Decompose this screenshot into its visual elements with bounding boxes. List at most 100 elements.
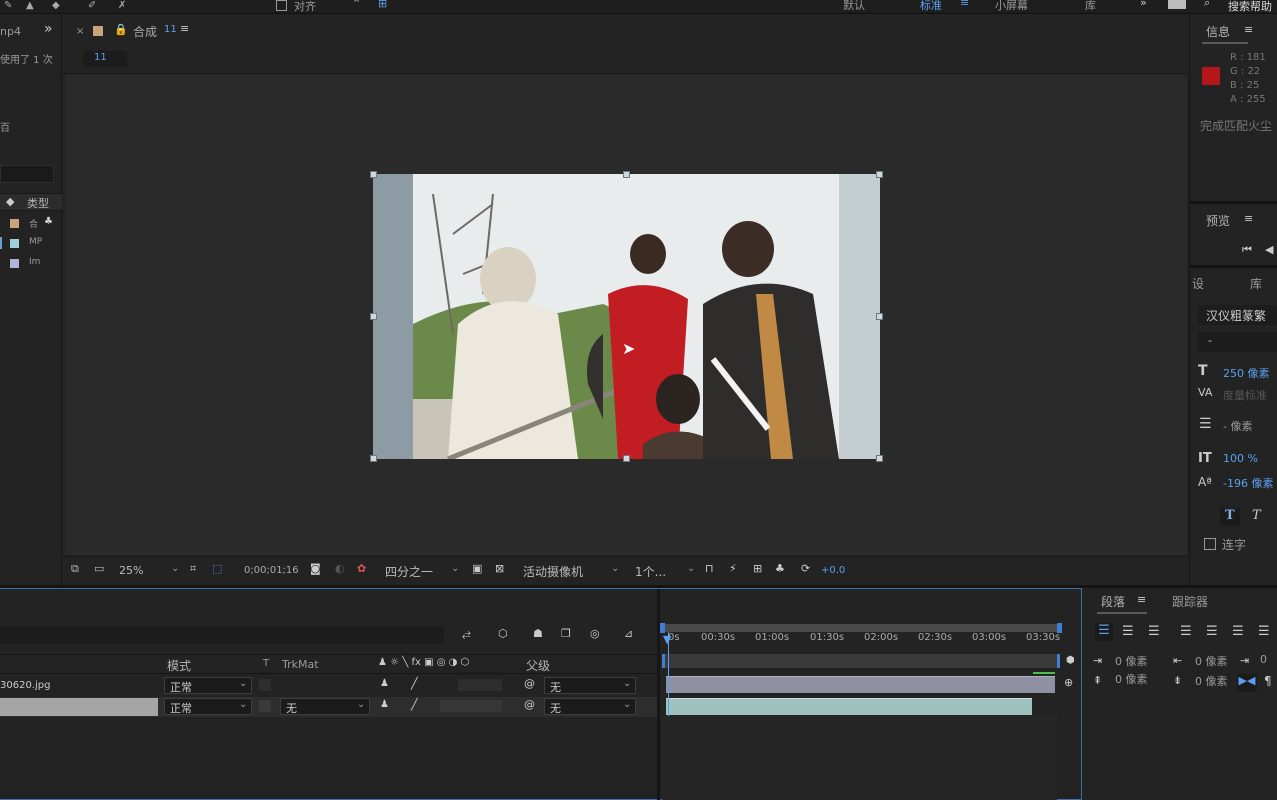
composition-name[interactable]: 11 bbox=[164, 24, 177, 35]
workspace-small-screen[interactable]: 小屏幕 bbox=[995, 0, 1028, 13]
char-tab-library[interactable]: 库 bbox=[1250, 275, 1262, 292]
justify-left-icon[interactable]: ☰ bbox=[1180, 624, 1192, 639]
layer-name[interactable]: 30620.jpg bbox=[0, 680, 50, 691]
show-snapshot-icon[interactable]: ◐ bbox=[335, 562, 345, 575]
transform-handle[interactable] bbox=[876, 455, 883, 462]
region-of-interest-icon[interactable]: ▣ bbox=[472, 562, 482, 575]
paragraph-tab[interactable]: 段落 bbox=[1101, 593, 1125, 610]
more-workspaces-icon[interactable]: » bbox=[1140, 0, 1147, 9]
tracker-tab[interactable]: 跟踪器 bbox=[1172, 593, 1208, 610]
panel-menu-icon[interactable]: ≡ bbox=[1244, 212, 1253, 225]
layer-duration-bar[interactable] bbox=[666, 698, 1032, 715]
fast-previews-icon[interactable]: ⚡ bbox=[729, 562, 737, 575]
workspace-library[interactable]: 库 bbox=[1085, 0, 1096, 13]
shy-switch-icon[interactable]: ♟ bbox=[380, 699, 389, 710]
eraser-tool-icon[interactable]: ◆ bbox=[52, 0, 60, 11]
transform-handle[interactable] bbox=[623, 171, 630, 178]
parent-dropdown[interactable]: 无 ⌄ bbox=[544, 677, 636, 694]
rtl-direction-icon[interactable]: ¶ bbox=[1264, 674, 1272, 688]
current-timecode[interactable]: 0;00;01;16 bbox=[244, 565, 299, 576]
switch-boxes[interactable] bbox=[440, 700, 502, 712]
stamp-tool-icon[interactable]: ▲ bbox=[26, 0, 34, 11]
flowchart-icon[interactable]: ♣ bbox=[775, 562, 785, 575]
close-tab-icon[interactable]: × bbox=[76, 26, 84, 37]
align-right-icon[interactable]: ☰ bbox=[1148, 624, 1160, 639]
zoom-dropdown[interactable]: 25% ⌄ bbox=[115, 563, 183, 579]
playhead-icon[interactable]: ▼ bbox=[663, 633, 671, 646]
image-layer-frame[interactable] bbox=[373, 174, 880, 459]
transform-handle[interactable] bbox=[370, 455, 377, 462]
timeline-nav-bar[interactable] bbox=[662, 654, 1060, 668]
color-channels-icon[interactable]: ✿ bbox=[357, 562, 366, 575]
work-area-bar[interactable] bbox=[660, 623, 1062, 633]
info-panel-title[interactable]: 信息 bbox=[1206, 23, 1230, 40]
transform-handle[interactable] bbox=[370, 171, 377, 178]
font-size-value[interactable]: 250 像素 bbox=[1223, 365, 1270, 381]
pick-whip-icon[interactable]: @ bbox=[524, 698, 535, 711]
indent-right-value[interactable]: 0 像素 bbox=[1195, 653, 1228, 669]
toggle-pixel-aspect-icon[interactable]: ⊓ bbox=[705, 562, 714, 575]
snapshot-icon[interactable]: ◙ bbox=[310, 562, 321, 575]
shy-layers-icon[interactable]: ☗ bbox=[533, 627, 543, 640]
char-tab-settings[interactable]: 设 bbox=[1192, 275, 1204, 292]
first-frame-icon[interactable]: ⏮ bbox=[1242, 243, 1252, 257]
timeline-icon[interactable]: ⊞ bbox=[753, 562, 762, 575]
layer-duration-bar[interactable] bbox=[666, 676, 1055, 693]
search-help-icon[interactable]: ⌕ bbox=[1204, 0, 1210, 10]
layer-row[interactable]: 正常 ⌄ 无 ⌄ ♟ ╱ @ 无 ⌄ bbox=[0, 697, 660, 717]
type-column-header[interactable]: 类型 bbox=[27, 195, 49, 211]
panel-menu-icon[interactable]: ≡ bbox=[1137, 593, 1146, 606]
comp-marker-icon[interactable]: ⬢ bbox=[1066, 655, 1075, 666]
transform-handle[interactable] bbox=[623, 455, 630, 462]
font-style-dropdown[interactable]: - bbox=[1198, 332, 1277, 352]
project-item-row[interactable]: Im bbox=[0, 255, 62, 273]
resolution-dropdown[interactable]: 四分之一 ⌄ bbox=[381, 563, 463, 579]
blend-mode-dropdown[interactable]: 正常 ⌄ bbox=[164, 698, 252, 715]
parent-dropdown[interactable]: 无 ⌄ bbox=[544, 698, 636, 715]
views-dropdown[interactable]: 1个... ⌄ bbox=[631, 563, 699, 579]
brush-tool-icon[interactable]: ✐ bbox=[88, 0, 96, 11]
kerning-value[interactable]: 度量标准 bbox=[1223, 387, 1267, 403]
snap-options-icon[interactable]: ⊞ bbox=[378, 0, 387, 10]
project-search-field[interactable] bbox=[0, 165, 54, 183]
workspace-menu-icon[interactable]: ≡ bbox=[960, 0, 969, 9]
vertical-scale-value[interactable]: 100 % bbox=[1223, 452, 1258, 465]
align-checkbox[interactable] bbox=[276, 0, 287, 11]
search-help-input[interactable]: 搜索帮助 bbox=[1228, 0, 1272, 14]
space-before-value[interactable]: 0 像素 bbox=[1115, 671, 1148, 687]
ltr-direction-button[interactable]: ▶◀ bbox=[1237, 674, 1257, 692]
project-item-row[interactable]: 合 ♣ bbox=[0, 215, 62, 233]
transform-handle[interactable] bbox=[876, 171, 883, 178]
motion-blur-icon[interactable]: ◎ bbox=[590, 627, 600, 640]
workspace-standard[interactable]: 标准 bbox=[920, 0, 942, 13]
preserve-transparency-box[interactable] bbox=[259, 679, 271, 691]
baseline-shift-value[interactable]: -196 像素 bbox=[1223, 475, 1273, 491]
indent-first-value[interactable]: 0 bbox=[1260, 653, 1267, 666]
layer-name-field[interactable] bbox=[0, 698, 158, 716]
t-column-header[interactable]: T bbox=[263, 658, 269, 669]
expand-panel-icon[interactable]: » bbox=[44, 21, 53, 37]
always-preview-icon[interactable]: ⧉ bbox=[71, 562, 79, 576]
frame-blending-icon[interactable]: ❐ bbox=[561, 627, 571, 640]
mode-column-header[interactable]: 模式 bbox=[167, 657, 191, 674]
justify-center-icon[interactable]: ☰ bbox=[1206, 624, 1218, 639]
layer-row[interactable]: 30620.jpg 正常 ⌄ ♟ ╱ @ 无 ⌄ bbox=[0, 676, 660, 696]
transform-handle[interactable] bbox=[876, 313, 883, 320]
exposure-value[interactable]: +0.0 bbox=[821, 565, 845, 576]
draft-3d-icon[interactable]: ⬡ bbox=[498, 627, 508, 640]
trkmat-column-header[interactable]: TrkMat bbox=[282, 658, 319, 671]
panel-menu-icon[interactable]: ≡ bbox=[1244, 23, 1253, 36]
previous-frame-icon[interactable]: ◀ bbox=[1265, 243, 1273, 256]
safe-zones-icon[interactable]: ⌗ bbox=[190, 562, 196, 576]
switch-boxes[interactable] bbox=[458, 679, 502, 691]
transparency-grid-icon[interactable]: ⊠ bbox=[495, 562, 504, 575]
quality-switch-icon[interactable]: ╱ bbox=[411, 677, 418, 690]
blend-mode-dropdown[interactable]: 正常 ⌄ bbox=[164, 677, 252, 694]
pick-whip-icon[interactable]: @ bbox=[524, 677, 535, 690]
justify-all-icon[interactable]: ☰ bbox=[1258, 624, 1270, 639]
justify-right-icon[interactable]: ☰ bbox=[1232, 624, 1244, 639]
indent-left-value[interactable]: 0 像素 bbox=[1115, 653, 1148, 669]
sync-settings-icon[interactable] bbox=[1168, 0, 1186, 9]
composition-breadcrumb[interactable]: 11 bbox=[83, 51, 127, 67]
quality-switch-icon[interactable]: ╱ bbox=[411, 698, 418, 711]
